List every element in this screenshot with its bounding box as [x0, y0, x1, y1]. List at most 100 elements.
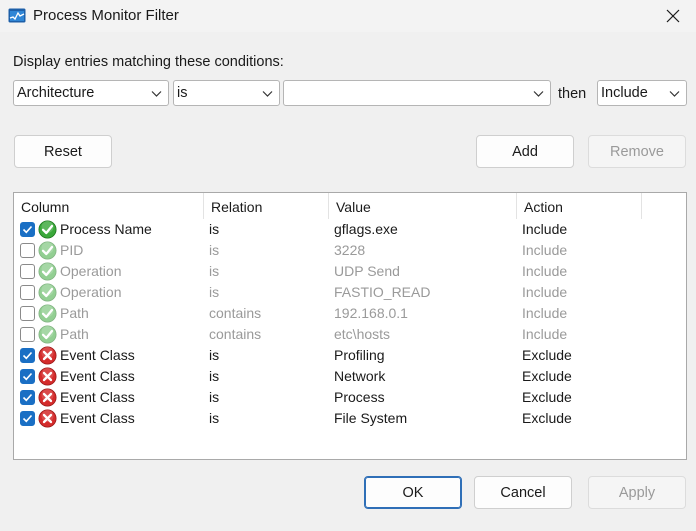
cell-column: Event Class: [60, 389, 135, 405]
cell-column: Operation: [60, 284, 122, 300]
cell-value: 192.168.0.1: [334, 305, 408, 321]
cell-value: gflags.exe: [334, 221, 398, 237]
filter-list[interactable]: Column Relation Value Action Process Nam…: [13, 192, 687, 460]
column-header-column[interactable]: Column: [14, 193, 204, 219]
cell-value: UDP Send: [334, 263, 400, 279]
cell-action: Exclude: [522, 410, 572, 426]
cell-column: Path: [60, 326, 89, 342]
table-row[interactable]: PID is 3228 Include: [14, 240, 686, 261]
table-row[interactable]: Event Class is Profiling Exclude: [14, 345, 686, 366]
cell-relation: contains: [209, 305, 262, 321]
cell-action: Exclude: [522, 389, 572, 405]
exclude-x-icon: [38, 388, 57, 407]
cell-relation: is: [209, 389, 220, 405]
table-row[interactable]: Operation is FASTIO_READ Include: [14, 282, 686, 303]
row-checkbox[interactable]: [20, 327, 35, 342]
remove-button[interactable]: Remove: [588, 135, 686, 168]
cell-relation: is: [209, 368, 220, 384]
row-checkbox[interactable]: [20, 369, 35, 384]
ok-button[interactable]: OK: [364, 476, 462, 509]
cell-action: Include: [522, 242, 568, 258]
value-combobox[interactable]: [283, 80, 551, 106]
cell-value: Network: [334, 368, 386, 384]
column-header-action[interactable]: Action: [517, 193, 642, 219]
add-button[interactable]: Add: [476, 135, 574, 168]
apply-button[interactable]: Apply: [588, 476, 686, 509]
exclude-x-icon: [38, 346, 57, 365]
cell-column: Event Class: [60, 410, 135, 426]
table-row[interactable]: Event Class is File System Exclude: [14, 408, 686, 429]
row-checkbox[interactable]: [20, 306, 35, 321]
row-checkbox[interactable]: [20, 285, 35, 300]
window-title: Process Monitor Filter: [33, 7, 179, 24]
cell-relation: is: [209, 347, 220, 363]
cell-relation: is: [209, 221, 220, 237]
include-check-icon: [38, 220, 57, 239]
cell-relation: is: [209, 410, 220, 426]
then-label: then: [558, 86, 587, 102]
cell-action: Exclude: [522, 368, 572, 384]
exclude-x-icon: [38, 367, 57, 386]
cell-value: etc\hosts: [334, 326, 391, 342]
action-dropdown-value: Include: [601, 85, 648, 101]
cell-column: PID: [60, 242, 84, 258]
chevron-down-icon: [669, 91, 680, 97]
list-header: Column Relation Value Action: [14, 193, 686, 219]
chevron-down-icon: [262, 91, 273, 97]
include-check-icon: [38, 325, 57, 344]
row-checkbox[interactable]: [20, 243, 35, 258]
chevron-down-icon: [533, 91, 544, 97]
row-checkbox[interactable]: [20, 264, 35, 279]
cell-action: Exclude: [522, 347, 572, 363]
relation-dropdown-value: is: [177, 85, 188, 101]
column-dropdown-value: Architecture: [17, 85, 95, 101]
cell-column: Process Name: [60, 221, 152, 237]
table-row[interactable]: Path contains etc\hosts Include: [14, 324, 686, 345]
include-check-icon: [38, 241, 57, 260]
chevron-down-icon: [151, 91, 162, 97]
close-button[interactable]: [650, 0, 696, 32]
exclude-x-icon: [38, 409, 57, 428]
cell-action: Include: [522, 284, 568, 300]
cell-relation: contains: [209, 326, 262, 342]
cell-value: Profiling: [334, 347, 385, 363]
table-row[interactable]: Operation is UDP Send Include: [14, 261, 686, 282]
relation-dropdown[interactable]: is: [173, 80, 280, 106]
cell-action: Include: [522, 221, 568, 237]
cell-action: Include: [522, 326, 568, 342]
title-bar: Process Monitor Filter: [0, 0, 696, 32]
conditions-prompt: Display entries matching these condition…: [13, 54, 284, 70]
table-row[interactable]: Path contains 192.168.0.1 Include: [14, 303, 686, 324]
cell-value: File System: [334, 410, 408, 426]
row-checkbox[interactable]: [20, 411, 35, 426]
cell-relation: is: [209, 284, 220, 300]
cell-value: 3228: [334, 242, 366, 258]
cell-action: Include: [522, 305, 568, 321]
column-header-relation[interactable]: Relation: [204, 193, 329, 219]
close-icon: [666, 9, 680, 23]
process-monitor-icon: [8, 8, 26, 23]
cell-relation: is: [209, 242, 220, 258]
cell-action: Include: [522, 263, 568, 279]
column-dropdown[interactable]: Architecture: [13, 80, 169, 106]
cell-column: Path: [60, 305, 89, 321]
reset-button[interactable]: Reset: [14, 135, 112, 168]
row-checkbox[interactable]: [20, 222, 35, 237]
table-row[interactable]: Event Class is Network Exclude: [14, 366, 686, 387]
cell-column: Event Class: [60, 347, 135, 363]
cancel-button[interactable]: Cancel: [474, 476, 572, 509]
cell-column: Event Class: [60, 368, 135, 384]
row-checkbox[interactable]: [20, 348, 35, 363]
table-row[interactable]: Event Class is Process Exclude: [14, 387, 686, 408]
cell-value: FASTIO_READ: [334, 284, 431, 300]
action-dropdown[interactable]: Include: [597, 80, 687, 106]
cell-relation: is: [209, 263, 220, 279]
cell-value: Process: [334, 389, 385, 405]
row-checkbox[interactable]: [20, 390, 35, 405]
cell-column: Operation: [60, 263, 122, 279]
column-header-value[interactable]: Value: [329, 193, 517, 219]
include-check-icon: [38, 262, 57, 281]
table-row[interactable]: Process Name is gflags.exe Include: [14, 219, 686, 240]
include-check-icon: [38, 283, 57, 302]
include-check-icon: [38, 304, 57, 323]
